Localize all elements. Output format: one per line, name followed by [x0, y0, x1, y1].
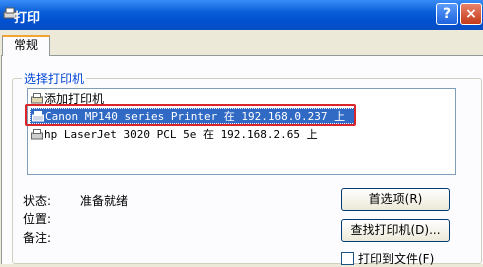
selection-highlight-box [25, 104, 356, 126]
preferences-button[interactable]: 首选项(R) [341, 188, 450, 211]
tab-strip [0, 30, 483, 56]
select-printer-label: 选择打印机 [22, 70, 87, 87]
title-bar[interactable]: 打印 ? × [0, 0, 483, 30]
printer-list[interactable]: 添加打印机 Canon MP140 series Printer 在 192.1… [27, 88, 456, 175]
add-printer-icon [31, 93, 43, 104]
find-printer-button[interactable]: 查找打印机(D)... [341, 219, 450, 242]
status-label: 状态: [23, 194, 52, 208]
location-label: 位置: [23, 212, 52, 226]
print-to-file-label: 打印到文件(F) [358, 252, 435, 266]
help-button[interactable]: ? [436, 3, 458, 25]
tab-general[interactable]: 常规 [2, 35, 50, 56]
comment-label: 备注: [23, 231, 52, 245]
list-item-label: hp LaserJet 3020 PCL 5e 在 192.168.2.65 上 [44, 128, 318, 141]
window-title: 打印 [14, 11, 41, 26]
close-button[interactable]: × [460, 3, 482, 25]
status-value: 准备就绪 [80, 194, 129, 208]
network-printer-icon [31, 129, 43, 140]
print-to-file-checkbox[interactable] [341, 252, 354, 265]
